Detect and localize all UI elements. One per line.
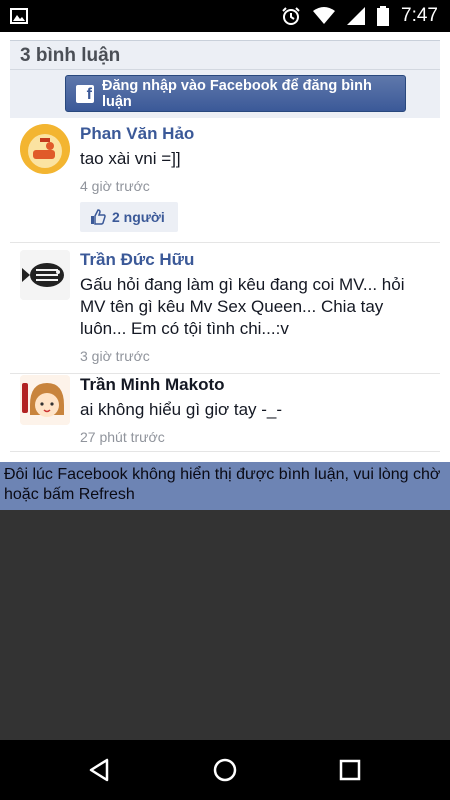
home-icon[interactable] — [210, 755, 240, 785]
divider — [10, 69, 440, 70]
status-bar: 7:47 — [0, 0, 450, 32]
comment-item: Trần Minh Makoto ai không hiểu gì giơ ta… — [10, 375, 440, 453]
comment-time[interactable]: 27 phút trước — [80, 429, 165, 445]
like-count-button[interactable]: 2 người — [80, 202, 178, 232]
like-count: 2 người — [112, 209, 165, 225]
recents-icon[interactable] — [335, 755, 365, 785]
clock: 7:47 — [401, 5, 438, 26]
thumbs-up-icon — [91, 209, 106, 225]
comment-item: Trần Đức Hữu Gấu hỏi đang làm gì kêu đan… — [10, 250, 440, 375]
facebook-logo-icon: f — [76, 84, 94, 103]
comment-count: 3 bình luận — [20, 45, 121, 66]
gallery-icon — [10, 8, 28, 24]
avatar[interactable] — [20, 375, 70, 425]
comment-time[interactable]: 3 giờ trước — [80, 348, 150, 364]
divider — [10, 242, 440, 243]
comment-text: tao xài vni =]] — [80, 149, 181, 168]
navigation-bar — [0, 740, 450, 800]
comment-item: Phan Văn Hảo tao xài vni =]] 4 giờ trước… — [10, 124, 440, 244]
back-icon[interactable] — [85, 755, 115, 785]
comment-author[interactable]: Trần Đức Hữu — [80, 250, 194, 270]
comment-text: ai không hiểu gì giơ tay -_- — [80, 400, 283, 419]
refresh-notice: Đôi lúc Facebook không hiển thị được bìn… — [0, 462, 450, 510]
divider — [10, 373, 440, 374]
comment-text: Gấu hỏi đang làm gì kêu đang coi MV... h… — [80, 275, 405, 338]
wifi-icon — [313, 7, 336, 24]
avatar[interactable] — [20, 250, 70, 300]
comment-time[interactable]: 4 giờ trước — [80, 178, 150, 194]
comments-header: 3 bình luận f Đăng nhập vào Facebook để … — [10, 40, 440, 118]
comment-author[interactable]: Trần Minh Makoto — [80, 375, 225, 395]
comment-author[interactable]: Phan Văn Hảo — [80, 124, 194, 144]
avatar[interactable] — [20, 124, 70, 174]
comments-panel: 3 bình luận f Đăng nhập vào Facebook để … — [0, 32, 450, 462]
battery-icon — [377, 6, 390, 26]
divider — [10, 451, 440, 452]
cell-signal-icon — [347, 7, 366, 25]
facebook-login-button[interactable]: f Đăng nhập vào Facebook để đăng bình lu… — [65, 75, 406, 112]
alarm-clock-icon — [282, 7, 300, 25]
facebook-login-label: Đăng nhập vào Facebook để đăng bình luận — [101, 77, 372, 110]
